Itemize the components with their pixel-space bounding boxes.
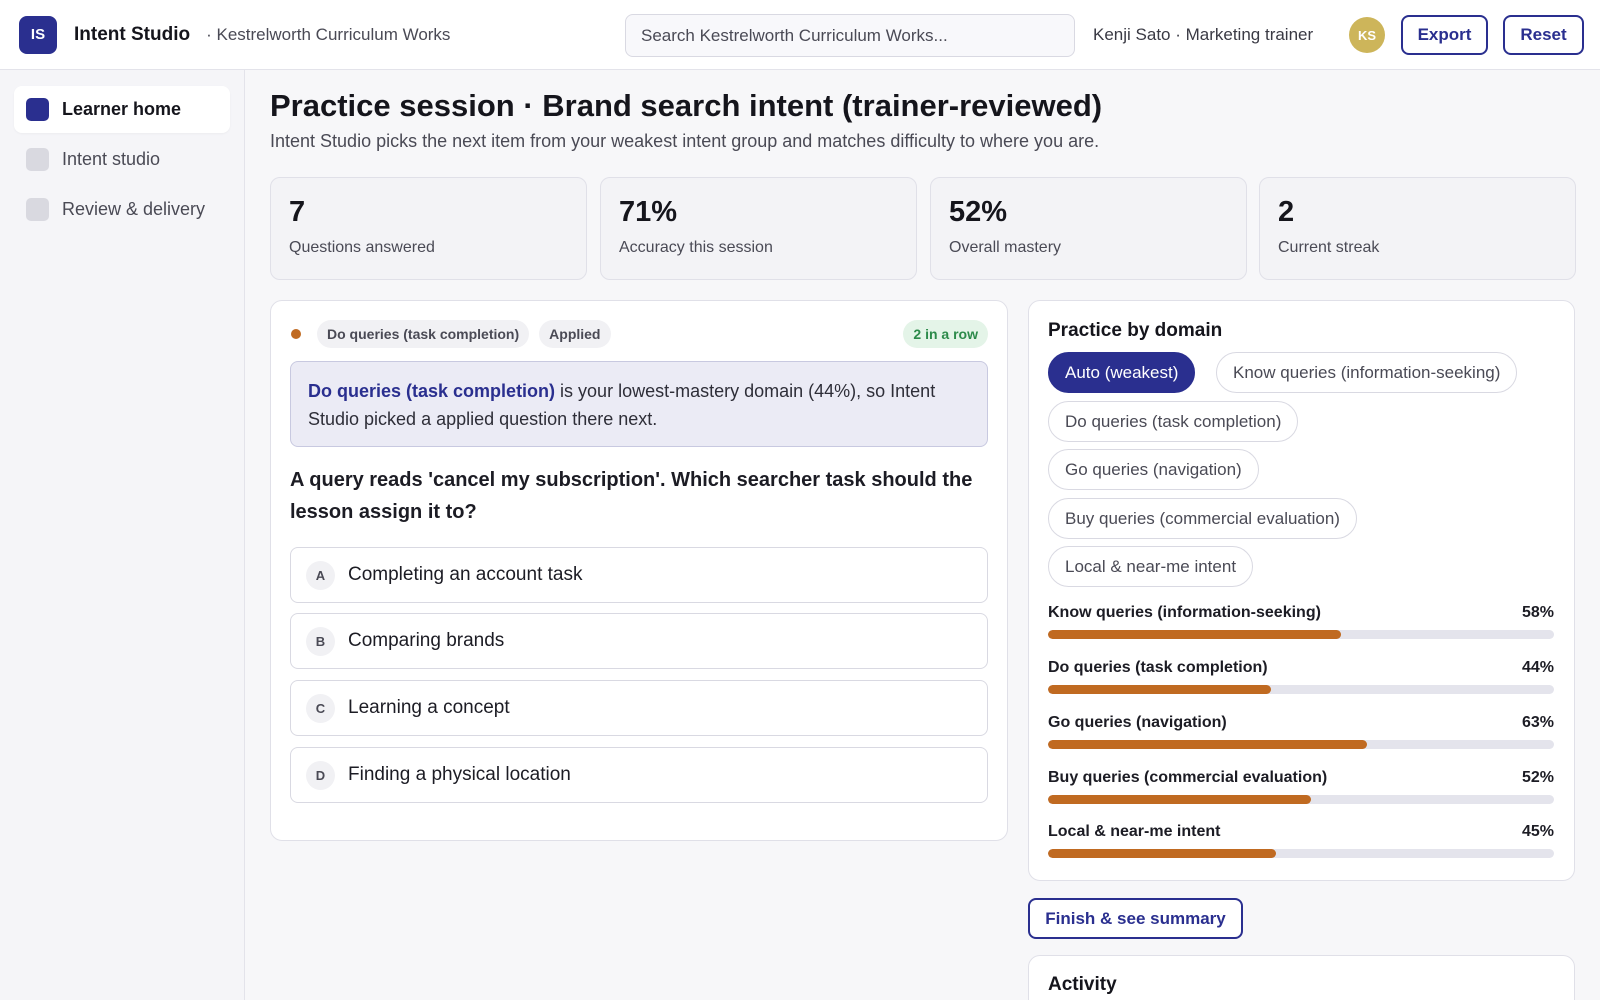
review-delivery-icon — [26, 198, 49, 221]
level-chip: Applied — [539, 320, 611, 348]
mastery-row-buy: Buy queries (commercial evaluation) 52% — [1048, 769, 1554, 804]
user-label: Kenji Sato · Marketing trainer — [1093, 25, 1314, 44]
answer-option-d[interactable]: D Finding a physical location — [290, 747, 988, 803]
avatar[interactable]: KS — [1349, 17, 1385, 53]
mastery-label: Do queries (task completion) — [1048, 659, 1268, 676]
search-input[interactable] — [625, 14, 1075, 57]
mastery-fill — [1048, 630, 1342, 639]
app-name: Intent Studio — [74, 23, 191, 45]
option-key: B — [306, 626, 335, 656]
learner-home-icon — [26, 98, 49, 121]
practice-by-domain-panel: Practice by domain Auto (weakest) Know q… — [1028, 300, 1575, 881]
sidebar-item-label: Learner home — [62, 99, 182, 119]
mastery-row-local: Local & near-me intent 45% — [1048, 823, 1554, 858]
answer-option-c[interactable]: C Learning a concept — [290, 680, 988, 736]
top-bar: IS Intent Studio · Kestrelworth Curricul… — [0, 0, 1600, 70]
activity-title: Activity — [1048, 974, 1117, 995]
option-key: C — [306, 693, 335, 723]
mastery-track — [1048, 630, 1554, 639]
stat-label: Current streak — [1278, 239, 1380, 256]
answer-option-b[interactable]: B Comparing brands — [290, 613, 988, 669]
mastery-track — [1048, 740, 1554, 749]
mastery-fill — [1048, 740, 1367, 749]
mastery-percent: 45% — [1521, 823, 1554, 840]
domain-dot-icon — [291, 329, 301, 339]
mastery-row-do: Do queries (task completion) 44% — [1048, 659, 1554, 694]
stat-overall-mastery: 52% Overall mastery — [930, 177, 1247, 280]
option-key: D — [306, 760, 335, 790]
reset-button[interactable]: Reset — [1503, 15, 1584, 55]
mastery-track — [1048, 849, 1554, 858]
mastery-row-know: Know queries (information-seeking) 58% — [1048, 604, 1554, 639]
mastery-percent: 52% — [1521, 769, 1554, 786]
mastery-label: Go queries (navigation) — [1048, 714, 1227, 731]
stat-value: 52% — [949, 196, 1008, 228]
option-key: A — [306, 560, 335, 590]
stat-value: 71% — [619, 196, 678, 228]
pill-buy-queries[interactable]: Buy queries (commercial evaluation) — [1048, 498, 1357, 539]
stat-label: Overall mastery — [949, 239, 1062, 256]
practice-title: Practice by domain — [1048, 320, 1223, 341]
finish-summary-button[interactable]: Finish & see summary — [1028, 898, 1243, 939]
option-text: Completing an account task — [348, 564, 583, 585]
mastery-label: Know queries (information-seeking) — [1048, 604, 1321, 621]
export-button[interactable]: Export — [1401, 15, 1488, 55]
option-text: Learning a concept — [348, 697, 510, 718]
pill-auto-weakest[interactable]: Auto (weakest) — [1048, 352, 1196, 393]
sidebar-item-label: Review & delivery — [62, 199, 206, 219]
option-text: Finding a physical location — [348, 764, 571, 785]
question-card: Do queries (task completion) Applied 2 i… — [270, 300, 1008, 841]
activity-panel: Activity — [1028, 955, 1575, 1000]
mastery-percent: 63% — [1521, 714, 1554, 731]
mastery-fill — [1048, 795, 1312, 804]
question-meta: Do queries (task completion) Applied — [291, 320, 621, 348]
option-text: Comparing brands — [348, 630, 505, 651]
mastery-track — [1048, 795, 1554, 804]
mastery-percent: 58% — [1521, 604, 1554, 621]
stat-value: 7 — [289, 196, 306, 228]
reason-domain: Do queries (task completion) — [308, 381, 556, 401]
stat-questions-answered: 7 Questions answered — [270, 177, 587, 280]
sidebar-item-label: Intent studio — [62, 149, 161, 169]
sidebar-item-learner-home[interactable]: Learner home — [14, 86, 230, 133]
answer-option-a[interactable]: A Completing an account task — [290, 547, 988, 603]
mastery-track — [1048, 685, 1554, 694]
domain-chip: Do queries (task completion) — [317, 320, 530, 348]
mastery-label: Buy queries (commercial evaluation) — [1048, 769, 1328, 786]
sidebar: Learner home Intent studio Review & deli… — [0, 70, 245, 1000]
org-name: · Kestrelworth Curriculum Works — [206, 24, 451, 44]
pill-do-queries[interactable]: Do queries (task completion) — [1048, 401, 1299, 442]
stat-current-streak: 2 Current streak — [1259, 177, 1576, 280]
sidebar-item-review-delivery[interactable]: Review & delivery — [14, 186, 230, 233]
pill-know-queries[interactable]: Know queries (information-seeking) — [1216, 352, 1518, 393]
selection-reason: Do queries (task completion) is your low… — [290, 361, 988, 447]
mastery-row-go: Go queries (navigation) 63% — [1048, 714, 1554, 749]
mastery-label: Local & near-me intent — [1048, 823, 1221, 840]
streak-badge: 2 in a row — [903, 320, 988, 348]
mastery-percent: 44% — [1521, 659, 1554, 676]
pill-go-queries[interactable]: Go queries (navigation) — [1048, 449, 1259, 490]
sidebar-item-intent-studio[interactable]: Intent studio — [14, 136, 230, 183]
mastery-fill — [1048, 685, 1271, 694]
stat-label: Accuracy this session — [619, 239, 773, 256]
page-subtitle: Intent Studio picks the next item from y… — [270, 131, 1100, 151]
question-text: A query reads 'cancel my subscription'. … — [290, 469, 973, 523]
page-title: Practice session · Brand search intent (… — [270, 88, 1103, 123]
stat-label: Questions answered — [289, 239, 435, 256]
mastery-fill — [1048, 849, 1276, 858]
stat-value: 2 — [1278, 196, 1295, 228]
intent-studio-icon — [26, 148, 49, 171]
pill-local-intent[interactable]: Local & near-me intent — [1048, 546, 1254, 587]
stat-accuracy: 71% Accuracy this session — [600, 177, 917, 280]
app-logo: IS — [19, 15, 57, 54]
